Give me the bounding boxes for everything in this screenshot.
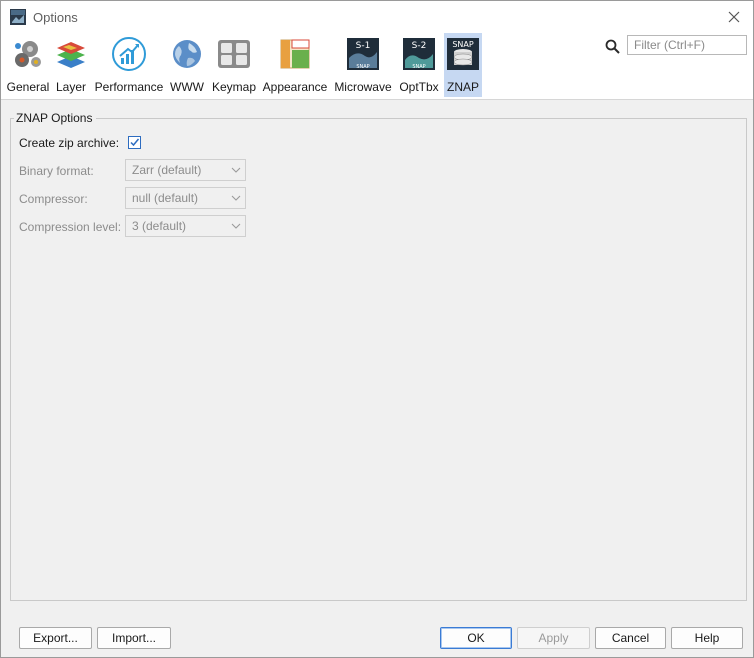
gears-icon [15,41,41,67]
category-keymap[interactable]: Keymap [209,33,259,97]
category-label: Performance [94,80,164,94]
keymap-icon [218,40,250,68]
compression-level-label: Compression level: [19,220,122,234]
apply-button[interactable]: Apply [517,627,590,649]
chevron-down-icon [231,223,241,229]
category-label: Appearance [262,80,328,94]
svg-text:SNAP: SNAP [412,64,425,70]
category-label: General [6,80,50,94]
layers-icon [57,42,85,68]
checkmark-icon [130,138,140,147]
create-zip-label: Create zip archive: [19,136,120,150]
category-toolbar: General Layer Performance WWW Keymap App… [1,33,753,100]
znap-icon: SNAP [447,38,479,70]
chevron-down-icon [231,195,241,201]
compressor-value: null (default) [132,191,199,205]
compression-level-value: 3 (default) [132,219,187,233]
window-title: Options [33,10,78,25]
compressor-select[interactable]: null (default) [125,187,246,209]
category-label: Keymap [211,80,257,94]
s1-toolbox-icon: S-1 SNAP [347,38,379,70]
category-label: Layer [55,80,87,94]
ok-button[interactable]: OK [440,627,512,649]
category-label: ZNAP [446,80,479,94]
binary-format-value: Zarr (default) [132,163,202,177]
category-microwave[interactable]: S-1 SNAP Microwave [332,33,394,97]
category-general[interactable]: General [5,33,51,97]
category-znap[interactable]: SNAP ZNAP [444,33,482,97]
help-button[interactable]: Help [671,627,743,649]
category-appearance[interactable]: Appearance [261,33,329,97]
category-www[interactable]: WWW [169,33,205,97]
binary-format-label: Binary format: [19,164,94,178]
s2-toolbox-icon: S-2 SNAP [403,38,435,70]
import-button[interactable]: Import... [97,627,171,649]
svg-text:S-2: S-2 [412,41,427,51]
appearance-icon [280,39,310,69]
svg-text:S-1: S-1 [356,41,371,51]
panel-title: ZNAP Options [16,111,93,125]
category-opttbx[interactable]: S-2 SNAP OptTbx [398,33,440,97]
close-button[interactable] [715,1,753,33]
export-button[interactable]: Export... [19,627,92,649]
options-panel [10,118,747,601]
compression-level-select[interactable]: 3 (default) [125,215,246,237]
category-performance[interactable]: Performance [93,33,165,97]
options-dialog: Options General Layer Performance WWW Ke… [0,0,754,658]
category-layer[interactable]: Layer [54,33,88,97]
title-bar: Options [1,1,753,33]
svg-text:SNAP: SNAP [356,64,369,70]
category-label: OptTbx [399,80,439,94]
create-zip-checkbox[interactable] [128,136,141,149]
close-icon [728,11,740,23]
category-label: WWW [170,80,204,94]
performance-icon [112,37,146,71]
search-icon [605,39,620,54]
cancel-button[interactable]: Cancel [595,627,666,649]
snap-app-icon [10,9,26,25]
binary-format-select[interactable]: Zarr (default) [125,159,246,181]
chevron-down-icon [231,167,241,173]
category-label: Microwave [334,80,392,94]
compressor-label: Compressor: [19,192,88,206]
svg-text:SNAP: SNAP [452,40,474,49]
globe-icon [173,40,201,68]
filter-input[interactable] [627,35,747,55]
